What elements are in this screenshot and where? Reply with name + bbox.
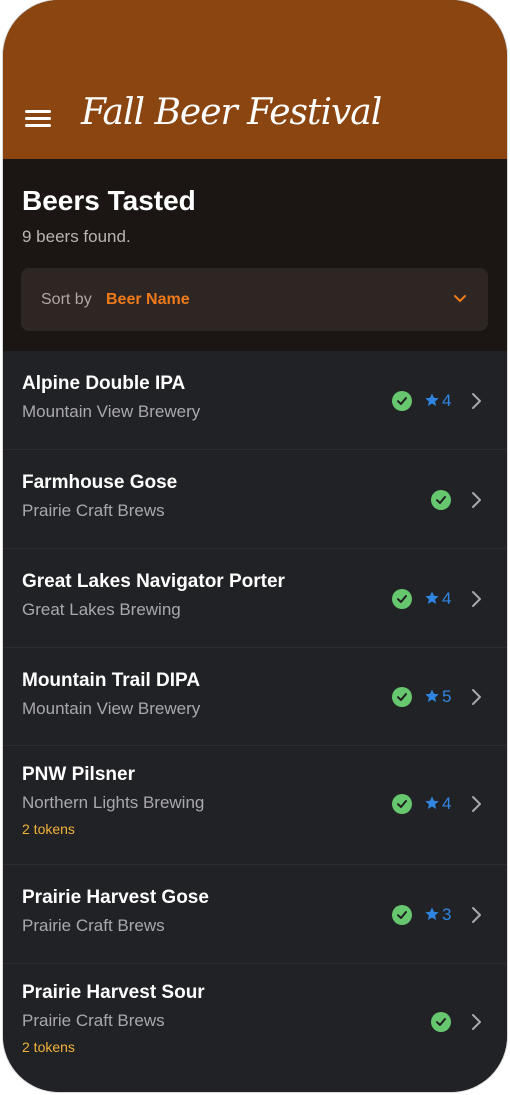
beer-row[interactable]: Prairie Harvest Gose Prairie Craft Brews 3 bbox=[3, 865, 507, 964]
beer-name: Prairie Harvest Gose bbox=[22, 887, 209, 908]
brewery-name: Northern Lights Brewing bbox=[22, 793, 205, 812]
beer-row[interactable]: Mountain Trail DIPA Mountain View Brewery… bbox=[3, 648, 507, 746]
phone-screen: Fall Beer Festival Beers Tasted 9 beers … bbox=[3, 0, 507, 1092]
beer-name: Farmhouse Gose bbox=[22, 472, 178, 493]
sort-dropdown[interactable]: Sort by Beer Name bbox=[21, 268, 488, 331]
brewery-name: Prairie Craft Brews bbox=[22, 1011, 165, 1030]
rating-value: 4 bbox=[442, 391, 452, 410]
tasted-check-icon bbox=[431, 1012, 451, 1032]
chevron-right-icon bbox=[470, 795, 482, 813]
brewery-name: Mountain View Brewery bbox=[22, 699, 201, 718]
chevron-right-icon bbox=[470, 590, 482, 608]
star-icon bbox=[425, 907, 439, 920]
beer-row[interactable]: PNW Pilsner Northern Lights Brewing 2 toke… bbox=[3, 746, 507, 865]
beer-row[interactable]: Great Lakes Navigator Porter Great Lakes … bbox=[3, 549, 507, 648]
chevron-right-icon bbox=[470, 491, 482, 509]
beer-row[interactable]: Farmhouse Gose Prairie Craft Brews bbox=[3, 450, 507, 549]
star-icon bbox=[425, 796, 439, 809]
star-icon bbox=[425, 393, 439, 406]
results-count: 9 beers found. bbox=[22, 227, 131, 246]
menu-icon[interactable] bbox=[25, 108, 53, 130]
tokens-label: 2 tokens bbox=[22, 821, 75, 837]
brewery-name: Prairie Craft Brews bbox=[22, 501, 165, 520]
beer-name: Alpine Double IPA bbox=[22, 373, 186, 394]
beer-name: PNW Pilsner bbox=[22, 764, 135, 785]
beer-row[interactable]: Prairie Harvest Sour Prairie Craft Brews 2… bbox=[3, 964, 507, 1092]
tasted-check-icon bbox=[392, 589, 412, 609]
brewery-name: Mountain View Brewery bbox=[22, 402, 201, 421]
app-title: Fall Beer Festival bbox=[81, 92, 382, 133]
tasted-check-icon bbox=[392, 794, 412, 814]
tasted-check-icon bbox=[392, 687, 412, 707]
beer-name: Great Lakes Navigator Porter bbox=[22, 571, 285, 592]
chevron-right-icon bbox=[470, 688, 482, 706]
chevron-right-icon bbox=[470, 392, 482, 410]
rating-value: 3 bbox=[442, 905, 452, 924]
beer-row[interactable]: Alpine Double IPA Mountain View Brewery 4 bbox=[3, 351, 507, 450]
rating: 3 bbox=[424, 905, 451, 925]
tokens-label: 2 tokens bbox=[22, 1039, 75, 1055]
rating-value: 4 bbox=[442, 794, 452, 813]
rating: 4 bbox=[424, 794, 451, 814]
tasted-check-icon bbox=[392, 391, 412, 411]
page-title: Beers Tasted bbox=[22, 185, 196, 216]
brewery-name: Prairie Craft Brews bbox=[22, 916, 165, 935]
star-icon bbox=[425, 591, 439, 604]
chevron-down-icon bbox=[454, 295, 466, 302]
rating-value: 4 bbox=[442, 589, 452, 608]
chevron-right-icon bbox=[470, 1013, 482, 1031]
brewery-name: Great Lakes Brewing bbox=[22, 600, 181, 619]
rating: 4 bbox=[424, 391, 451, 411]
rating-value: 5 bbox=[442, 687, 452, 706]
sort-value: Beer Name bbox=[106, 291, 190, 308]
tasted-check-icon bbox=[392, 905, 412, 925]
star-icon bbox=[425, 689, 439, 702]
rating: 4 bbox=[424, 589, 451, 609]
sort-label: Sort by bbox=[41, 291, 92, 308]
chevron-right-icon bbox=[470, 906, 482, 924]
rating: 5 bbox=[424, 687, 451, 707]
app-header: Fall Beer Festival bbox=[3, 0, 507, 159]
beer-name: Prairie Harvest Sour bbox=[22, 982, 205, 1003]
beer-name: Mountain Trail DIPA bbox=[22, 670, 201, 691]
tasted-check-icon bbox=[431, 490, 451, 510]
beer-list: Alpine Double IPA Mountain View Brewery 4 F… bbox=[3, 351, 507, 1092]
summary-section: Beers Tasted 9 beers found. Sort by Beer… bbox=[3, 159, 507, 351]
